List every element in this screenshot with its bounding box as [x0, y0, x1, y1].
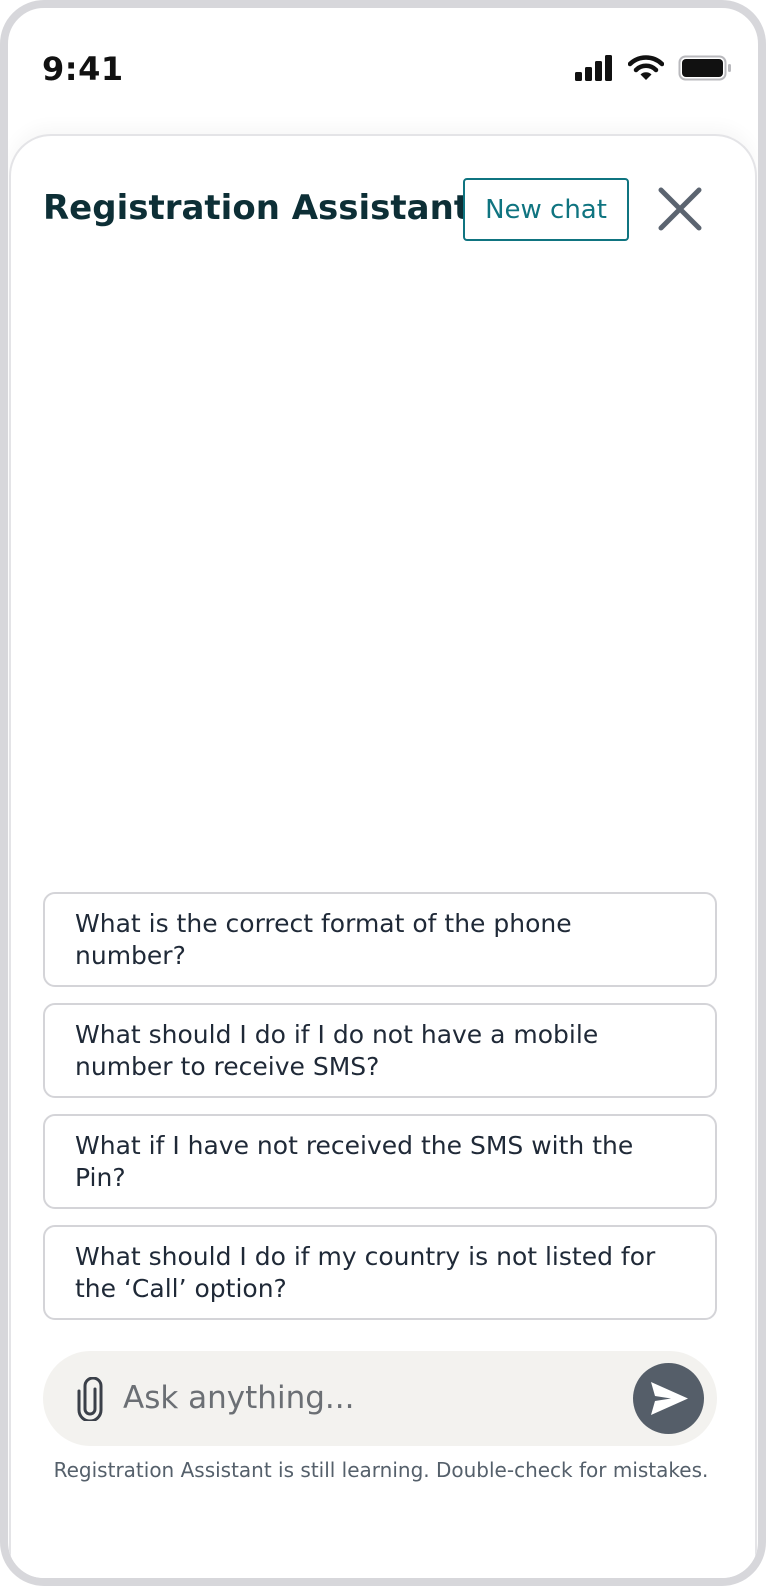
send-icon [651, 1382, 688, 1415]
suggestion-chip[interactable]: What should I do if I do not have a mobi… [43, 1003, 717, 1098]
send-button[interactable] [633, 1363, 704, 1434]
cellular-signal-icon [575, 55, 612, 81]
message-composer [43, 1351, 717, 1446]
suggestion-list: What is the correct format of the phone … [43, 892, 717, 1336]
paperclip-icon[interactable] [75, 1377, 105, 1421]
new-chat-button[interactable]: New chat [463, 178, 629, 241]
suggestion-chip[interactable]: What is the correct format of the phone … [43, 892, 717, 987]
disclaimer-text: Registration Assistant is still learning… [53, 1458, 709, 1482]
status-time: 9:41 [42, 50, 124, 88]
assistant-panel: Registration Assistant New chat What is … [9, 134, 757, 1578]
status-bar: 9:41 [8, 8, 758, 128]
close-icon[interactable] [657, 186, 703, 232]
phone-frame: 9:41 Registration Assistant New chat Wha… [0, 0, 766, 1586]
battery-icon [678, 55, 731, 81]
suggestion-chip[interactable]: What if I have not received the SMS with… [43, 1114, 717, 1209]
ask-input[interactable] [123, 1373, 603, 1423]
panel-title: Registration Assistant [43, 188, 471, 228]
suggestion-chip[interactable]: What should I do if my country is not li… [43, 1225, 717, 1320]
wifi-icon [628, 55, 664, 80]
status-icons [574, 54, 732, 82]
